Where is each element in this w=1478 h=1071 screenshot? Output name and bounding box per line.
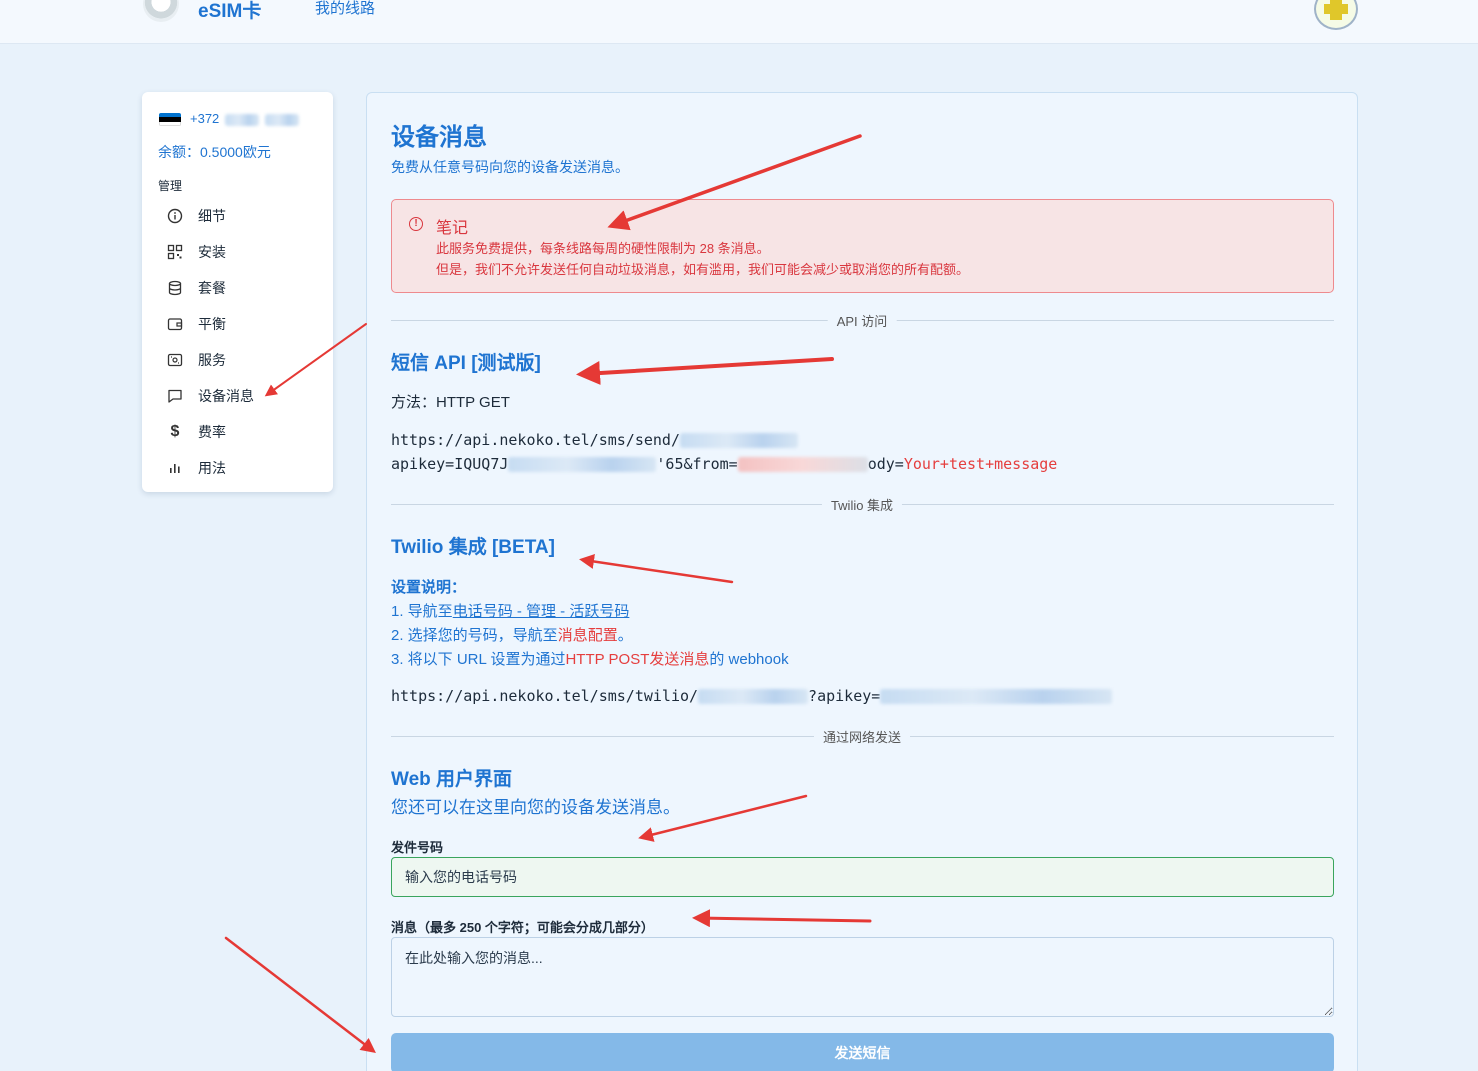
api-url-text: ody= bbox=[867, 455, 904, 473]
redacted-text bbox=[508, 457, 657, 472]
database-icon bbox=[163, 280, 187, 296]
step-text: 的 webhook bbox=[709, 651, 789, 668]
twilio-title: Twilio 集成 [BETA] bbox=[391, 537, 555, 558]
sidebar-item-label: 服务 bbox=[198, 352, 226, 368]
setup-step-1: 1. 导航至电话号码 - 管理 - 活跃号码 bbox=[391, 600, 629, 621]
balance-text: 余额：0.5000欧元 bbox=[158, 144, 271, 160]
phone-numbers-link[interactable]: 电话号码 - 管理 - 活跃号码 bbox=[453, 603, 630, 620]
router-icon bbox=[163, 352, 187, 368]
web-ui-title: Web 用户界面 bbox=[391, 769, 513, 790]
sidebar-item-usage[interactable]: 用法 bbox=[158, 454, 318, 482]
sidebar-item-plans[interactable]: 套餐 bbox=[158, 274, 318, 302]
webhook-url-text: https://api.nekoko.tel/sms/twilio/ bbox=[391, 687, 699, 705]
twilio-webhook-url: https://api.nekoko.tel/sms/twilio/ ?apike… bbox=[391, 687, 1113, 705]
alert-circle-icon: ! bbox=[409, 217, 423, 231]
sidebar-item-details[interactable]: 细节 bbox=[158, 202, 318, 230]
sidebar-item-rates[interactable]: $ 费率 bbox=[158, 418, 318, 446]
api-url-line1: https://api.nekoko.tel/sms/send/ bbox=[391, 431, 798, 449]
line-phone-number: +372 bbox=[190, 111, 299, 126]
qr-code-icon bbox=[163, 244, 187, 260]
send-sms-button[interactable]: 发送短信 bbox=[391, 1033, 1334, 1071]
api-method: 方法：HTTP GET bbox=[391, 394, 510, 411]
user-avatar[interactable] bbox=[1314, 0, 1358, 30]
alert-title: 笔记 bbox=[436, 220, 469, 237]
sidebar-item-label: 费率 bbox=[198, 424, 226, 440]
divider-label-web: 通过网络发送 bbox=[813, 727, 911, 746]
api-url-message: Your+test+message bbox=[903, 455, 1058, 473]
page-subtitle: 免费从任意号码向您的设备发送消息。 bbox=[391, 159, 629, 175]
top-navbar: eSIM卡 我的线路 bbox=[0, 0, 1478, 44]
message-icon bbox=[163, 388, 187, 404]
step-highlight: HTTP POST发送消息 bbox=[565, 651, 710, 668]
setup-step-2: 2. 选择您的号码，导航至消息配置。 bbox=[391, 624, 633, 645]
dollar-icon: $ bbox=[170, 423, 180, 440]
sidebar-item-label: 设备消息 bbox=[198, 388, 254, 404]
api-url-text: '65&from= bbox=[656, 455, 738, 473]
sidebar-item-label: 细节 bbox=[198, 208, 226, 224]
from-number-input[interactable] bbox=[391, 857, 1334, 897]
redacted-text bbox=[737, 457, 868, 472]
sidebar-item-label: 平衡 bbox=[198, 316, 226, 332]
step-text: 1. 导航至 bbox=[391, 603, 453, 620]
note-alert: ! 笔记 此服务免费提供，每条线路每周的硬性限制为 28 条消息。 但是，我们不… bbox=[391, 199, 1334, 293]
redacted-digits bbox=[224, 113, 259, 126]
message-textarea[interactable] bbox=[391, 937, 1334, 1017]
page-title: 设备消息 bbox=[391, 124, 487, 151]
avatar-pattern bbox=[1324, 4, 1348, 14]
api-url-text: https://api.nekoko.tel/sms/send/ bbox=[391, 431, 680, 449]
alert-text: 此服务免费提供，每条线路每周的硬性限制为 28 条消息。 bbox=[436, 241, 770, 256]
info-circle-icon bbox=[163, 208, 187, 224]
step-text: 2. 选择您的号码，导航至 bbox=[391, 627, 558, 644]
sidebar-item-device-messages[interactable]: 设备消息 bbox=[158, 382, 318, 410]
wallet-icon bbox=[163, 316, 187, 332]
sms-api-title: 短信 API [测试版] bbox=[391, 353, 541, 374]
setup-instructions-title: 设置说明： bbox=[391, 579, 467, 596]
brand-name[interactable]: eSIM卡 bbox=[198, 0, 261, 23]
bar-chart-icon bbox=[163, 460, 187, 476]
divider-label-twilio: Twilio 集成 bbox=[821, 495, 903, 514]
divider-label-api: API 访问 bbox=[827, 311, 897, 330]
brand-logo[interactable] bbox=[143, 0, 179, 22]
sidebar-section-title: 管理 bbox=[158, 179, 183, 193]
step-text: 。 bbox=[617, 627, 633, 644]
api-url-text: apikey=IQUQ7J bbox=[391, 455, 509, 473]
webhook-url-text: ?apikey= bbox=[808, 687, 881, 705]
redacted-text bbox=[698, 689, 809, 704]
sidebar-item-label: 安装 bbox=[198, 244, 226, 260]
message-label: 消息（最多 250 个字符；可能会分成几部分） bbox=[391, 920, 654, 935]
step-text: 3. 将以下 URL 设置为通过 bbox=[391, 651, 566, 668]
main-card: 设备消息 免费从任意号码向您的设备发送消息。 ! 笔记 此服务免费提供，每条线路… bbox=[366, 92, 1358, 1071]
from-number-label: 发件号码 bbox=[391, 840, 444, 855]
redacted-digits bbox=[264, 113, 299, 126]
annotation-arrow bbox=[224, 936, 376, 1054]
sidebar-item-balance[interactable]: 平衡 bbox=[158, 310, 318, 338]
nav-my-lines-link[interactable]: 我的线路 bbox=[315, 0, 375, 18]
sidebar-item-services[interactable]: 服务 bbox=[158, 346, 318, 374]
sidebar: +372 余额：0.5000欧元 管理 细节 安装 套餐 平衡 服务 设备消息 … bbox=[142, 92, 333, 492]
sidebar-item-install[interactable]: 安装 bbox=[158, 238, 318, 266]
sidebar-item-label: 用法 bbox=[198, 460, 226, 476]
alert-text: 但是，我们不允许发送任何自动垃圾消息，如有滥用，我们可能会减少或取消您的所有配额… bbox=[436, 262, 970, 277]
step-highlight: 消息配置 bbox=[557, 627, 618, 644]
web-ui-subtitle: 您还可以在这里向您的设备发送消息。 bbox=[391, 798, 680, 817]
estonia-flag-icon bbox=[159, 113, 181, 126]
redacted-text bbox=[679, 433, 798, 448]
sidebar-item-label: 套餐 bbox=[198, 280, 226, 296]
setup-step-3: 3. 将以下 URL 设置为通过HTTP POST发送消息的 webhook bbox=[391, 648, 789, 669]
redacted-text bbox=[880, 689, 1113, 704]
api-url-line2: apikey=IQUQ7J '65&from= ody=Your+test+mess… bbox=[391, 455, 1057, 473]
phone-prefix: +372 bbox=[190, 111, 220, 126]
